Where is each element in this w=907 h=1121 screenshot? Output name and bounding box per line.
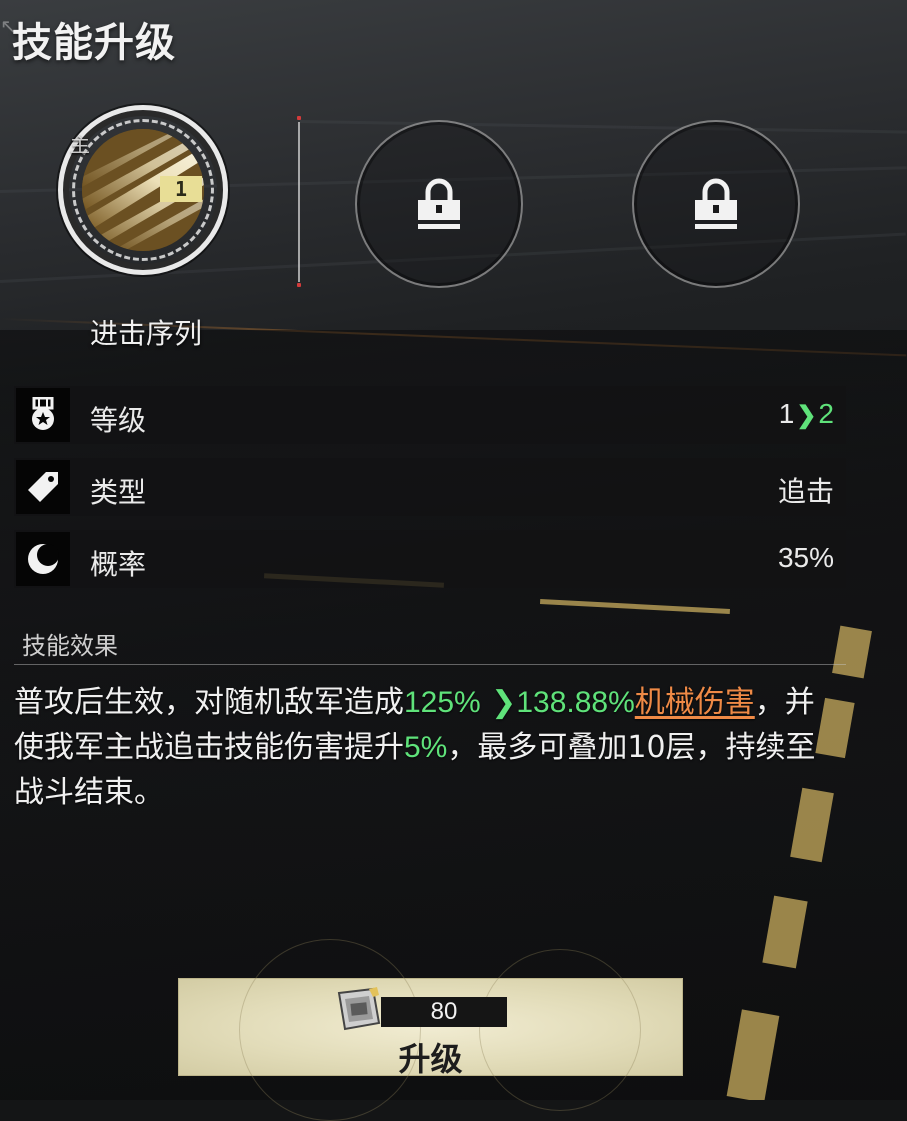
skill-upgrade-panel: ↖ 技能升级 主 1 进击序列 等级 1❯2 类型 追击 概率 35% 技能效果… (0, 0, 907, 1121)
upgrade-cost: 80 (430, 998, 458, 1025)
button-deco-ring (479, 949, 641, 1111)
page-title: 技能升级 (12, 20, 176, 66)
lock-icon (418, 178, 460, 229)
skill-slot-locked-1[interactable] (355, 120, 523, 288)
effect-buff-pct: 5% (404, 731, 448, 764)
upgrade-button-label: 升级 (398, 1040, 463, 1078)
effect-divider (14, 664, 846, 665)
level-from: 1 (778, 398, 795, 429)
effect-text-1: 普攻后生效，对随机敌军造成 (14, 685, 404, 720)
effect-description: 普攻后生效，对随机敌军造成125% ❯138.88%机械伤害，并使我军主战追击技… (14, 680, 844, 815)
skill-slot-locked-2[interactable] (632, 120, 800, 288)
stat-label-chance: 概率 (90, 548, 147, 581)
slot-divider (298, 122, 300, 282)
effect-pct-to: 138.88% (516, 686, 635, 719)
damage-type-link[interactable]: 机械伤害 (635, 685, 755, 720)
stat-value-type: 追击 (777, 476, 834, 507)
effect-pct-from: 125% (404, 686, 481, 719)
stat-label-type: 类型 (90, 476, 147, 509)
medal-icon (16, 388, 70, 442)
chip-icon (337, 987, 381, 1031)
effect-section-title: 技能效果 (22, 632, 118, 660)
moon-icon (16, 532, 70, 586)
stat-value-chance: 35% (777, 542, 834, 573)
tag-icon (16, 460, 70, 514)
skill-slot-main[interactable]: 主 (58, 105, 254, 275)
divider-dot-top (297, 116, 301, 120)
divider-dot-bottom (297, 283, 301, 287)
level-arrow-icon: ❯ (796, 402, 817, 429)
lock-icon (695, 178, 737, 229)
stat-row-level: 等级 1❯2 (14, 386, 846, 444)
stat-label-level: 等级 (90, 404, 147, 437)
skill-level-badge: 1 (160, 176, 202, 202)
effect-arrow-icon: ❯ (480, 685, 517, 720)
level-to: 2 (818, 398, 834, 429)
main-skill-tag: 主 (70, 133, 90, 157)
upgrade-button[interactable]: 80 升级 (178, 939, 683, 1121)
stat-row-chance: 概率 35% (14, 530, 846, 588)
skill-name: 进击序列 (90, 317, 203, 350)
stat-row-type: 类型 追击 (14, 458, 846, 516)
stat-value-level: 1❯2 (779, 398, 834, 430)
